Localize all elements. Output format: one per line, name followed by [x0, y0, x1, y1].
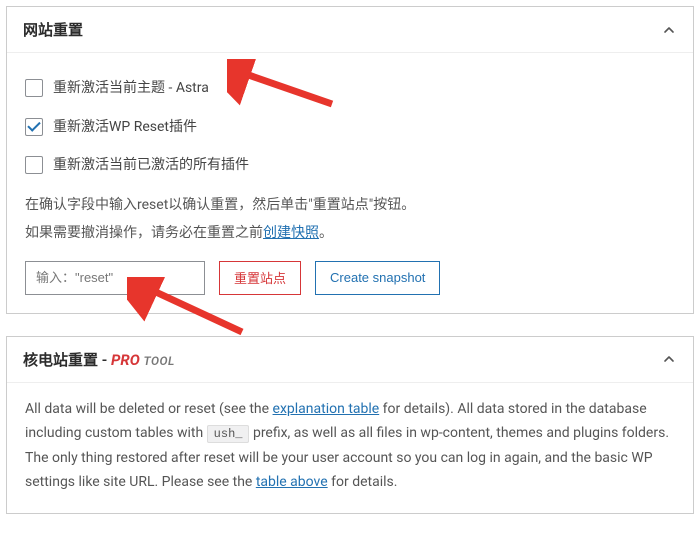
site-reset-header[interactable]: 网站重置	[7, 7, 693, 53]
nuclear-reset-panel: 核电站重置 - PRO TOOL All data will be delete…	[6, 336, 694, 514]
checkbox-row-reactivate-all-plugins: 重新激活当前已激活的所有插件	[25, 152, 675, 179]
checkbox-row-reactivate-theme: 重新激活当前主题 - Astra	[25, 75, 675, 102]
site-reset-body: 重新激活当前主题 - Astra 重新激活WP Reset插件 重新激活当前已激…	[7, 53, 693, 313]
checkbox-reactivate-wp-reset[interactable]	[25, 118, 43, 136]
tool-badge: TOOL	[143, 354, 174, 368]
checkbox-reactivate-all-plugins[interactable]	[25, 156, 43, 174]
create-snapshot-button[interactable]: Create snapshot	[315, 261, 440, 295]
reset-site-button[interactable]: 重置站点	[219, 261, 301, 295]
nuclear-reset-body: All data will be deleted or reset (see t…	[7, 383, 693, 513]
chevron-up-icon	[661, 22, 677, 38]
explanation-table-link[interactable]: explanation table	[273, 401, 380, 417]
reset-instructions: 在确认字段中输入reset以确认重置，然后单击"重置站点"按钮。 如果需要撤消操…	[25, 191, 675, 247]
checkbox-row-reactivate-wp-reset: 重新激活WP Reset插件	[25, 114, 675, 141]
pro-badge: PRO	[111, 351, 140, 369]
table-prefix-code: ush_	[207, 425, 250, 443]
checkbox-reactivate-theme[interactable]	[25, 79, 43, 97]
site-reset-panel: 网站重置 重新激活当前主题 - Astra 重新激活WP Reset插件 重新激…	[6, 6, 694, 314]
reset-confirm-input[interactable]	[25, 261, 205, 295]
nuclear-reset-header[interactable]: 核电站重置 - PRO TOOL	[7, 337, 693, 383]
checkbox-label: 重新激活当前主题 - Astra	[53, 75, 209, 102]
nuclear-reset-description: All data will be deleted or reset (see t…	[25, 397, 675, 495]
nuclear-reset-title: 核电站重置 - PRO TOOL	[23, 349, 175, 370]
checkbox-label: 重新激活当前已激活的所有插件	[53, 152, 249, 179]
create-snapshot-link[interactable]: 创建快照	[263, 225, 319, 241]
site-reset-title: 网站重置	[23, 19, 83, 40]
reset-actions: 重置站点 Create snapshot	[25, 261, 675, 295]
table-above-link[interactable]: table above	[256, 474, 328, 490]
checkbox-label: 重新激活WP Reset插件	[53, 114, 197, 141]
chevron-up-icon	[661, 351, 677, 367]
